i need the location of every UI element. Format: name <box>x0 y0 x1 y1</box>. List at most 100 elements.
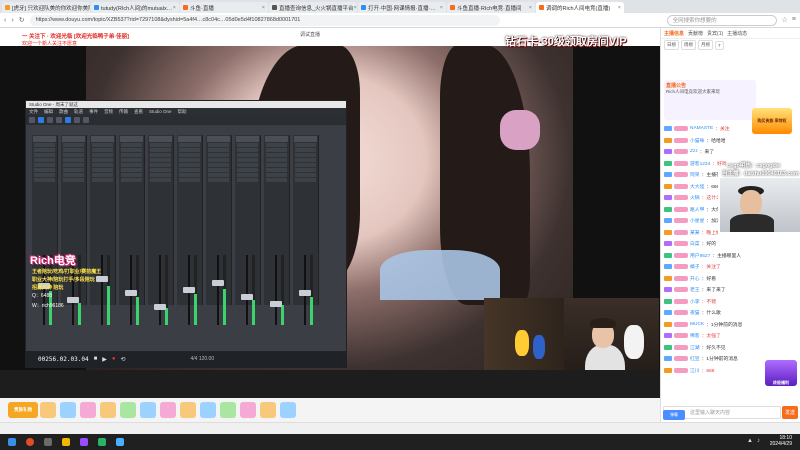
tool-icon[interactable] <box>56 117 62 123</box>
gift-icon[interactable] <box>40 402 56 418</box>
insert-slot[interactable] <box>237 178 258 182</box>
loop-icon[interactable]: ⟲ <box>120 356 125 363</box>
insert-slot[interactable] <box>266 148 287 152</box>
send-button[interactable]: 发送 <box>782 406 798 419</box>
browser-tab[interactable]: tutudy(RIch人间)的mutualx… × <box>91 2 179 13</box>
chat-message[interactable]: 路人甲：大佬 <box>664 205 718 214</box>
chat-message[interactable]: 用户9527 ：主播哪里人 <box>664 251 796 260</box>
chat-message[interactable]: 白菜 ：好的 <box>664 239 796 248</box>
chat-username[interactable]: MUCK <box>690 322 704 327</box>
volume-icon[interactable]: ♪ <box>757 438 760 444</box>
studio-menu-item[interactable]: 轨道 <box>74 109 83 115</box>
insert-slot[interactable] <box>121 148 142 152</box>
studio-menu-item[interactable]: 帮助 <box>178 109 187 115</box>
tool-icon[interactable] <box>47 117 53 123</box>
close-tab-icon[interactable]: × <box>262 5 265 11</box>
fader-knob[interactable] <box>270 300 282 307</box>
rank-button[interactable]: 7 <box>715 40 724 50</box>
tool-icon[interactable] <box>29 117 35 123</box>
insert-slot[interactable] <box>92 153 113 157</box>
insert-slot[interactable] <box>150 173 171 177</box>
noble-gift-badge[interactable]: 贵族礼物 <box>8 402 38 418</box>
chat-username[interactable]: Zzz <box>690 149 698 154</box>
chat-username[interactable]: 开心 <box>690 275 700 282</box>
insert-slot[interactable] <box>92 143 113 147</box>
insert-slot[interactable] <box>34 168 55 172</box>
insert-slot[interactable] <box>63 168 84 172</box>
chat-username[interactable]: 用户9527 <box>690 252 710 259</box>
tool-icon[interactable] <box>74 117 80 123</box>
chat-username[interactable]: 小李 <box>690 298 700 305</box>
gift-icon[interactable] <box>60 402 76 418</box>
chat-username[interactable]: 夜猫 <box>690 309 700 316</box>
steam-icon[interactable] <box>44 438 52 446</box>
channel-fader[interactable] <box>293 251 319 331</box>
chat-username[interactable]: 小星星 <box>690 217 704 224</box>
insert-slot[interactable] <box>237 148 258 152</box>
close-tab-icon[interactable]: × <box>173 5 176 11</box>
play-icon[interactable]: ▶ <box>102 356 107 363</box>
insert-slot[interactable] <box>208 153 229 157</box>
back-icon[interactable]: ‹ <box>4 17 6 24</box>
chat-message[interactable]: 火锅：这什么音乐 <box>664 193 718 202</box>
insert-slot[interactable] <box>63 148 84 152</box>
fader-knob[interactable] <box>154 304 166 310</box>
studio-menu-item[interactable]: Studio One <box>149 109 172 114</box>
insert-slot[interactable] <box>208 158 229 162</box>
insert-slot[interactable] <box>179 163 200 167</box>
insert-slot[interactable] <box>63 173 84 177</box>
insert-slot[interactable] <box>237 143 258 147</box>
insert-slot[interactable] <box>208 173 229 177</box>
gift-icon[interactable] <box>200 402 216 418</box>
arrow-tool-icon[interactable] <box>38 117 44 123</box>
chat-message[interactable]: NAMASTE ：关注 <box>664 124 796 133</box>
browser-tab[interactable]: 调调的Rich人间电竞(直播) × <box>536 2 624 13</box>
insert-slot[interactable] <box>92 163 113 167</box>
browser-tab[interactable]: 打开·中国·网课情报·直播·… × <box>358 2 446 13</box>
insert-slot[interactable] <box>121 153 142 157</box>
insert-slot[interactable] <box>266 143 287 147</box>
studio-menu-item[interactable]: 音频 <box>104 109 113 115</box>
chat-username[interactable]: 红豆 <box>690 355 700 362</box>
insert-slot[interactable] <box>208 148 229 152</box>
insert-slot[interactable] <box>121 168 142 172</box>
panel-tab[interactable]: 贵宾(1) <box>707 30 723 37</box>
tool-icon[interactable] <box>83 117 89 123</box>
danmu-button[interactable]: 弹幕 <box>663 410 685 420</box>
gift-icon[interactable] <box>180 402 196 418</box>
chat-username[interactable]: 某某 <box>690 229 700 236</box>
chat-username[interactable]: 阿呆 <box>690 171 700 178</box>
insert-slot[interactable] <box>295 158 316 162</box>
insert-slot[interactable] <box>208 143 229 147</box>
insert-slot[interactable] <box>121 158 142 162</box>
gift-icon[interactable] <box>220 402 236 418</box>
insert-slot[interactable] <box>63 178 84 182</box>
insert-slot[interactable] <box>121 163 142 167</box>
chat-username[interactable]: 路人甲 <box>690 206 704 213</box>
insert-slot[interactable] <box>208 163 229 167</box>
insert-slot[interactable] <box>179 153 200 157</box>
insert-slot[interactable] <box>179 173 200 177</box>
panel-tab[interactable]: 主播动态 <box>727 30 747 37</box>
insert-slot[interactable] <box>237 153 258 157</box>
insert-slot[interactable] <box>34 158 55 162</box>
insert-slot[interactable] <box>92 148 113 152</box>
chat-username[interactable]: 火锅 <box>690 194 700 201</box>
insert-slot[interactable] <box>295 168 316 172</box>
chrome-icon[interactable] <box>26 438 34 446</box>
chat-message[interactable]: 大大怪 ：666 <box>664 182 718 191</box>
record-icon[interactable]: ● <box>112 356 116 362</box>
gift-icon[interactable] <box>160 402 176 418</box>
gift-icon[interactable] <box>100 402 116 418</box>
chat-message[interactable]: 小李 ：不错 <box>664 297 796 306</box>
studio-menu-item[interactable]: 传输 <box>119 109 128 115</box>
fader-knob[interactable] <box>212 279 224 286</box>
insert-slot[interactable] <box>34 143 55 147</box>
insert-slot[interactable] <box>150 143 171 147</box>
menu-icon[interactable]: ≡ <box>792 16 796 24</box>
chat-message[interactable]: 阿呆：主播在干嘛 <box>664 170 718 179</box>
insert-slot[interactable] <box>237 173 258 177</box>
browser-tab[interactable]: 斗鱼直播·RIch电竞·直播间 × <box>447 2 535 13</box>
insert-slot[interactable] <box>237 168 258 172</box>
close-tab-icon[interactable]: × <box>529 5 532 11</box>
